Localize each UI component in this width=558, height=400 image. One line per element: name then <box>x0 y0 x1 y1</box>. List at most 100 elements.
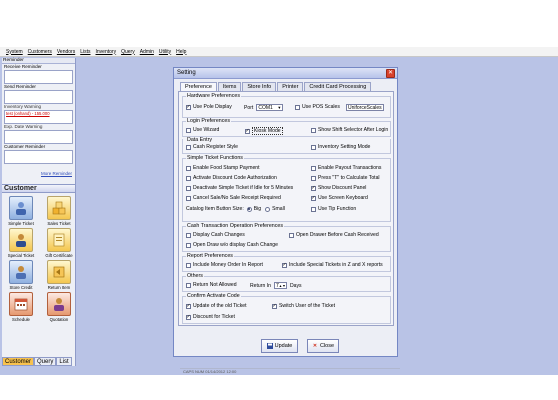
tip-function-checkbox[interactable]: Use Tip Function <box>311 206 356 212</box>
report-group: Report Preferences Include Money Order I… <box>182 253 391 272</box>
no-sale-receipt-label: Cancel Sale/No Sale Receipt Required <box>193 195 281 201</box>
sales-ticket-button[interactable]: Sales Ticket <box>42 196 76 226</box>
store-credit-button[interactable]: Store Credit <box>4 260 38 290</box>
discount-code-checkbox[interactable]: Activate Discount Code Authorization <box>186 175 277 181</box>
food-stamp-checkbox[interactable]: Enable Food Stamp Payment <box>186 165 260 171</box>
use-pos-scales-checkbox[interactable]: Use POS Scales <box>295 104 340 110</box>
menu-utility[interactable]: Utility <box>159 49 171 55</box>
status-bar: CAPS NUM 01/14/2012 12:00 <box>180 368 400 374</box>
menu-inventory[interactable]: Inventory <box>96 49 117 55</box>
radio-big[interactable] <box>246 206 252 212</box>
schedule-button[interactable]: Schedule <box>4 292 38 322</box>
update-old-ticket-checkbox[interactable]: ✓ Update of the old Ticket <box>186 303 247 309</box>
return-not-allowed-checkbox[interactable]: Return Not Allowed <box>186 282 237 288</box>
dialog-title-bar[interactable]: Setting ✕ <box>174 68 397 79</box>
menu-query[interactable]: Query <box>121 49 135 55</box>
open-draw-wo-checkbox[interactable]: Open Draw w/o display Cash Change <box>186 242 278 248</box>
hardware-group: Hardware Preferences ✓ Use Pole Display … <box>182 93 391 118</box>
inventory-setting-mode-checkbox[interactable]: Inventory Setting Mode <box>311 144 370 150</box>
return-item-label: Return Item <box>47 285 71 290</box>
cash-group: Cash Transaction Operation Preferences D… <box>182 223 391 252</box>
tab-list[interactable]: List <box>56 357 72 366</box>
tab-credit-card[interactable]: Credit Card Processing <box>304 82 372 91</box>
use-wizard-checkbox[interactable]: Use Wizard <box>186 127 219 133</box>
spinner-arrows-icon: ▲▼ <box>278 283 286 288</box>
no-sale-receipt-checkbox[interactable]: Cancel Sale/No Sale Receipt Required <box>186 195 281 201</box>
close-icon[interactable]: ✕ <box>386 69 395 78</box>
left-pane-tabs: Customer Query List <box>2 357 76 366</box>
schedule-label: Schedule <box>12 317 30 322</box>
gift-certificate-icon <box>47 228 71 252</box>
payout-checkbox[interactable]: Enable Payout Transactions <box>311 165 381 171</box>
menu-admin[interactable]: Admin <box>140 49 154 55</box>
quotation-icon <box>47 292 71 316</box>
login-title: Login Preferences <box>186 118 231 124</box>
quotation-button[interactable]: Quotation <box>42 292 76 322</box>
display-cash-changes-checkbox[interactable]: Display Cash Changes <box>186 232 245 238</box>
use-pole-display-checkbox[interactable]: ✓ Use Pole Display <box>186 104 232 110</box>
button-size-label: Catalog Item Button Size: <box>186 206 244 212</box>
radio-small[interactable] <box>265 206 271 212</box>
switch-user-label: Switch User of the Ticket <box>279 303 336 309</box>
cash-register-style-checkbox[interactable]: Cash Register Style <box>186 144 238 150</box>
menu-help[interactable]: Help <box>176 49 186 55</box>
include-money-order-label: Include Money Order In Report <box>193 262 263 268</box>
checkbox-checked-icon: ✓ <box>311 195 316 201</box>
store-credit-label: Store Credit <box>9 285 33 290</box>
gift-certificate-label: Gift Certificate <box>45 253 73 258</box>
confirm-title: Confirm Activate Code <box>186 293 241 299</box>
checkbox-checked-icon: ✓ <box>272 303 277 309</box>
sales-ticket-label: Sales Ticket <box>47 221 71 226</box>
checkbox-checked-icon: ✓ <box>186 303 191 309</box>
return-item-button[interactable]: Return Item <box>42 260 76 290</box>
tab-printer[interactable]: Printer <box>277 82 304 91</box>
receive-reminder-box[interactable] <box>4 70 73 84</box>
more-reminder-link[interactable]: More Reminder <box>2 164 75 184</box>
menu-vendors[interactable]: Vendors <box>57 49 75 55</box>
screen-keyboard-checkbox[interactable]: ✓ Use Screen Keyboard <box>311 195 368 201</box>
menu-lists[interactable]: Lists <box>80 49 90 55</box>
checkbox-unchecked-icon <box>311 206 316 212</box>
setting-dialog: Setting ✕ Preference Items Store Info Pr… <box>173 67 398 357</box>
exp-date-warning-box[interactable] <box>4 130 73 144</box>
radio-small-label: Small <box>272 206 285 212</box>
port-label: Port <box>244 104 254 111</box>
update-button[interactable]: Update <box>261 339 298 353</box>
port-select[interactable]: COM1 <box>256 104 284 111</box>
simple-ticket-button[interactable]: Simple Ticket <box>4 196 38 226</box>
tab-query[interactable]: Query <box>34 357 57 366</box>
include-money-order-checkbox[interactable]: Include Money Order In Report <box>186 262 263 268</box>
press-t-checkbox[interactable]: Press "T" to Calculate Total <box>311 175 380 181</box>
sales-ticket-icon <box>47 196 71 220</box>
cash-title: Cash Transaction Operation Preferences <box>186 223 284 229</box>
use-pole-display-label: Use Pole Display <box>193 104 232 110</box>
idle-deactivate-checkbox[interactable]: Deactivate Simple Ticket if Idle for 5 M… <box>186 185 293 191</box>
tab-preference[interactable]: Preference <box>180 82 217 91</box>
send-reminder-box[interactable] <box>4 90 73 104</box>
login-group: Login Preferences Use Wizard ✓ Kiosk Mod… <box>182 118 391 137</box>
tab-items[interactable]: Items <box>217 82 242 91</box>
inventory-warning-box[interactable]: test (onhand) - 155.000 <box>4 110 73 124</box>
menu-system[interactable]: System <box>6 49 23 55</box>
special-ticket-button[interactable]: Special Ticket <box>4 228 38 258</box>
discount-ticket-checkbox[interactable]: ✓ Discount for Ticket <box>186 314 235 320</box>
show-shift-checkbox[interactable]: Show Shift Selector After Login <box>311 127 388 133</box>
switch-user-checkbox[interactable]: ✓ Switch User of the Ticket <box>272 303 335 309</box>
checkbox-unchecked-icon <box>311 175 316 181</box>
display-cash-changes-label: Display Cash Changes <box>193 232 245 238</box>
menu-customers[interactable]: Customers <box>28 49 52 55</box>
scale-field[interactable]: UniforceScales <box>346 104 384 111</box>
return-days-stepper[interactable]: 7 ▲▼ <box>273 282 287 289</box>
open-drawer-before-checkbox[interactable]: Open Drawer Before Cash Received <box>289 232 379 238</box>
include-special-checkbox[interactable]: ✓ Include Special Tickets in Z and X rep… <box>282 262 383 268</box>
update-button-label: Update <box>274 343 293 349</box>
cash-register-style-label: Cash Register Style <box>193 144 239 150</box>
customer-reminder-box[interactable] <box>4 150 73 164</box>
tab-customer[interactable]: Customer <box>2 357 35 366</box>
gift-certificate-button[interactable]: Gift Certificate <box>42 228 76 258</box>
days-label: Days <box>289 282 302 289</box>
kiosk-mode-checkbox[interactable]: ✓ Kiosk Mode <box>245 127 283 135</box>
show-discount-panel-checkbox[interactable]: ✓ Show Discount Panel <box>311 185 366 191</box>
close-button[interactable]: ✕ Close <box>307 339 339 353</box>
tab-store-info[interactable]: Store Info <box>242 82 277 91</box>
